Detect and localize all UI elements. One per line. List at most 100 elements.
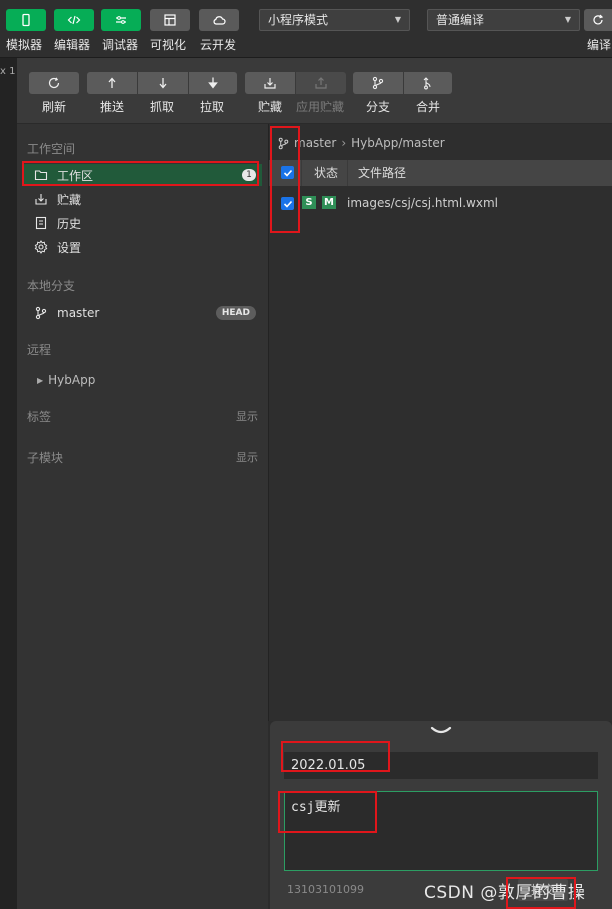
apply-stash-button[interactable] bbox=[296, 72, 346, 94]
sidebar-item-history[interactable]: 历史 bbox=[23, 212, 262, 234]
sidebar-item-label: 贮藏 bbox=[57, 192, 82, 207]
editor-button[interactable] bbox=[54, 9, 94, 31]
branch-button[interactable] bbox=[353, 72, 403, 94]
stash-button[interactable] bbox=[245, 72, 295, 94]
cloud-icon bbox=[213, 16, 226, 25]
path-column-header[interactable]: 文件路径 bbox=[347, 160, 612, 186]
commit-description-input[interactable]: csj更新 bbox=[284, 791, 598, 871]
branch-icon bbox=[33, 305, 49, 321]
layout-icon bbox=[164, 14, 176, 26]
stash-icon bbox=[264, 78, 276, 89]
phone-icon bbox=[22, 13, 30, 27]
apply-stash-icon bbox=[315, 77, 327, 89]
watermark: CSDN @敦厚的曹操 bbox=[424, 883, 586, 903]
file-table-header: 状态 文件路径 bbox=[269, 160, 612, 186]
compile-label: 编译 bbox=[587, 38, 612, 52]
change-count-badge: 1 bbox=[242, 169, 256, 181]
submodule-show-link[interactable]: 显示 bbox=[236, 449, 258, 465]
mode-select-value: 小程序模式 bbox=[268, 13, 329, 27]
merge-button[interactable] bbox=[404, 72, 452, 94]
history-icon bbox=[33, 215, 49, 231]
cloud-dev-label: 云开发 bbox=[200, 38, 237, 52]
debugger-button[interactable] bbox=[101, 9, 141, 31]
refresh-label: 刷新 bbox=[42, 100, 67, 114]
check-icon bbox=[283, 200, 292, 208]
sidebar-item-stash[interactable]: 贮藏 bbox=[23, 188, 262, 210]
submodule-section-title: 子模块 bbox=[27, 451, 64, 465]
visual-label: 可视化 bbox=[150, 38, 187, 52]
simulator-button[interactable] bbox=[6, 9, 46, 31]
fetch-button[interactable] bbox=[138, 72, 188, 94]
staged-badge: S bbox=[302, 196, 316, 209]
commit-summary-input[interactable]: 2022.01.05 bbox=[284, 752, 598, 779]
chevron-right-icon: ▶ bbox=[37, 375, 44, 385]
chevron-down-icon: ▼ bbox=[394, 15, 401, 24]
refresh-icon bbox=[593, 14, 604, 25]
sidebar-item-workspace[interactable]: 工作区 1 bbox=[23, 164, 262, 186]
code-icon bbox=[67, 15, 81, 25]
push-label: 推送 bbox=[100, 100, 125, 114]
push-icon bbox=[108, 77, 116, 88]
chevron-down-icon[interactable] bbox=[430, 725, 452, 737]
branch-icon bbox=[372, 76, 384, 90]
sidebar-item-label: 设置 bbox=[57, 240, 82, 255]
left-edge-strip: x 1 bbox=[0, 58, 17, 909]
top-toolbar: 模拟器 编辑器 调试器 可视化 云开发 小程序模式 ▼ 普通编译 ▼ 编译 bbox=[0, 0, 612, 58]
modified-badge: M bbox=[322, 196, 336, 209]
select-all-checkbox[interactable] bbox=[281, 166, 294, 179]
workspace-section-title: 工作空间 bbox=[27, 142, 76, 156]
status-column-header[interactable]: 状态 bbox=[301, 160, 347, 186]
head-badge: HEAD bbox=[215, 306, 256, 320]
apply-stash-label: 应用贮藏 bbox=[296, 100, 345, 114]
compile-select-value: 普通编译 bbox=[436, 13, 485, 27]
push-button[interactable] bbox=[87, 72, 137, 94]
pull-button[interactable] bbox=[189, 72, 237, 94]
sidebar-item-settings[interactable]: 设置 bbox=[23, 236, 262, 258]
check-icon bbox=[283, 169, 292, 177]
left-strip-text: x 1 bbox=[0, 66, 16, 77]
file-path: images/csj/csj.html.wxml bbox=[347, 196, 498, 210]
editor-label: 编辑器 bbox=[54, 38, 91, 52]
local-branch-section-title: 本地分支 bbox=[27, 279, 76, 293]
remote-section-title: 远程 bbox=[27, 343, 52, 357]
tags-show-link[interactable]: 显示 bbox=[236, 408, 258, 424]
debug-icon bbox=[116, 16, 126, 24]
remote-name: HybApp bbox=[48, 373, 96, 387]
branch-label: 分支 bbox=[366, 100, 391, 114]
branch-icon bbox=[278, 137, 289, 149]
sidebar-item-label: 工作区 bbox=[57, 168, 94, 183]
pull-icon bbox=[208, 77, 218, 89]
breadcrumb-branch[interactable]: master bbox=[294, 136, 336, 150]
changes-pane: master › HybApp/master 状态 文件路径 S M image… bbox=[268, 124, 612, 721]
stash-label: 贮藏 bbox=[258, 100, 283, 114]
pull-label: 拉取 bbox=[200, 100, 225, 114]
remote-item-hybapp[interactable]: ▶ HybApp bbox=[23, 369, 262, 391]
branch-item-master[interactable]: master HEAD bbox=[23, 302, 262, 324]
compile-select[interactable]: 普通编译 ▼ bbox=[427, 9, 580, 31]
breadcrumb-separator: › bbox=[341, 136, 347, 150]
gear-icon bbox=[33, 239, 49, 255]
mode-select[interactable]: 小程序模式 ▼ bbox=[259, 9, 410, 31]
debugger-label: 调试器 bbox=[102, 38, 139, 52]
stash-icon bbox=[33, 191, 49, 207]
sidebar-item-label: 历史 bbox=[57, 216, 82, 231]
tags-section-title: 标签 bbox=[27, 410, 52, 424]
cloud-dev-button[interactable] bbox=[199, 9, 239, 31]
refresh-button[interactable] bbox=[29, 72, 79, 94]
compile-button[interactable] bbox=[584, 9, 612, 31]
breadcrumb-remote[interactable]: HybApp/master bbox=[351, 136, 445, 150]
merge-label: 合并 bbox=[416, 100, 441, 114]
author-id: 13103101099 bbox=[287, 883, 364, 896]
file-checkbox[interactable] bbox=[281, 197, 294, 210]
branch-name: master bbox=[57, 306, 100, 320]
visual-button[interactable] bbox=[150, 9, 190, 31]
breadcrumb: master › HybApp/master bbox=[277, 136, 445, 150]
simulator-label: 模拟器 bbox=[6, 38, 43, 52]
table-row[interactable]: S M images/csj/csj.html.wxml bbox=[269, 190, 612, 216]
git-toolbar: 刷新 推送 抓取 拉取 贮藏 应用贮藏 分支 合并 bbox=[17, 58, 612, 124]
merge-icon bbox=[423, 77, 431, 90]
folder-icon bbox=[33, 167, 49, 183]
sidebar: 工作空间 工作区 1 贮藏 历史 设置 本地分支 master HEAD 远程 bbox=[17, 124, 268, 909]
fetch-icon bbox=[159, 78, 167, 89]
fetch-label: 抓取 bbox=[150, 100, 175, 114]
